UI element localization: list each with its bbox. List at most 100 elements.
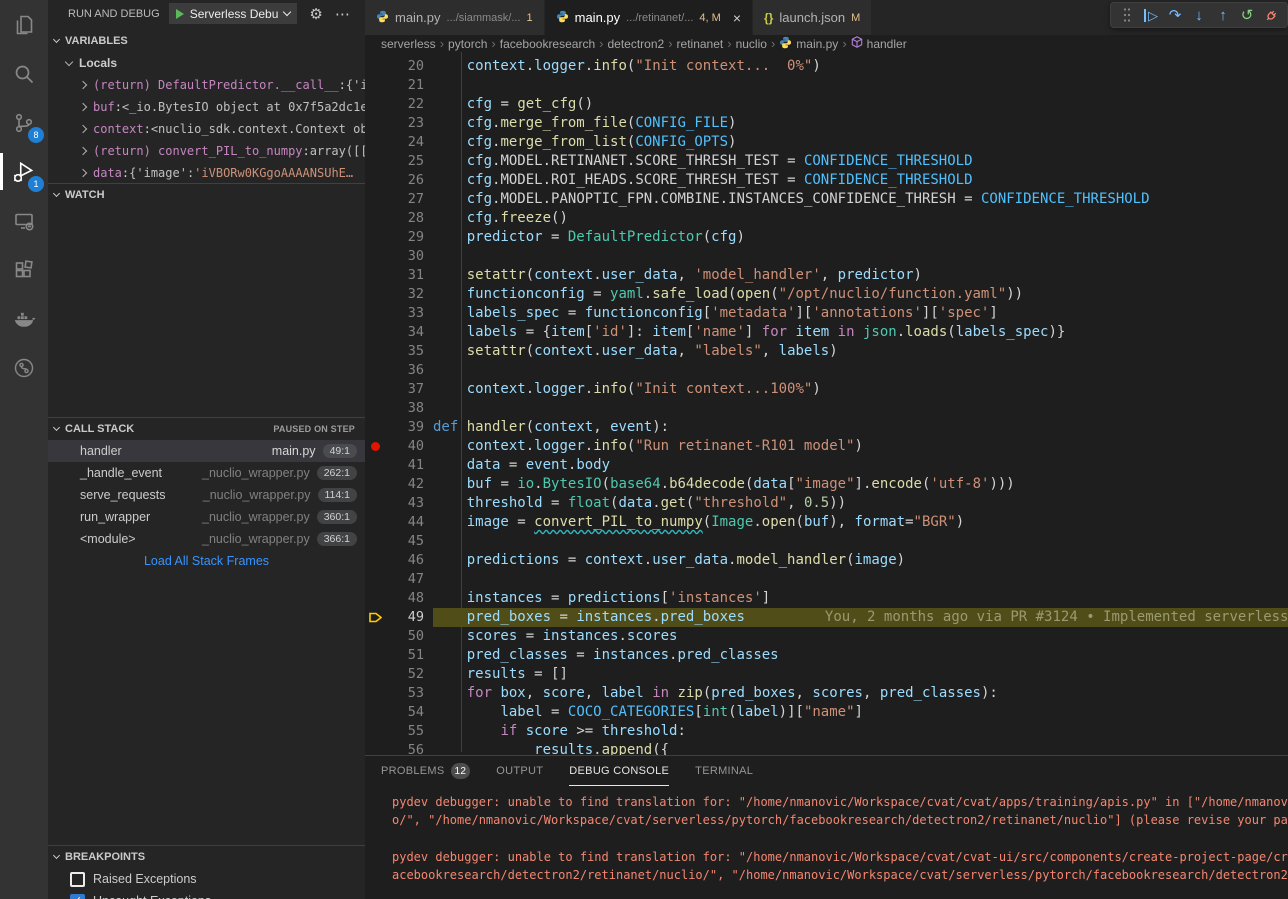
line-content[interactable]: setattr(context.user_data, 'model_handle… <box>433 266 1288 285</box>
code-editor[interactable]: 20 context.logger.info("Init context... … <box>365 52 1288 755</box>
line-gutter[interactable]: 27 <box>365 190 433 209</box>
line-content[interactable]: if score >= threshold: <box>433 722 1288 741</box>
stack-frame-row[interactable]: run_wrapper_nuclio_wrapper.py360:1 <box>48 506 365 528</box>
line-content[interactable]: results = [] <box>433 665 1288 684</box>
code-line[interactable]: 22 cfg = get_cfg() <box>365 95 1288 114</box>
checkbox-unchecked[interactable] <box>70 872 85 887</box>
breadcrumb-item[interactable]: handler <box>851 36 907 51</box>
line-content[interactable]: image = convert_PIL_to_numpy(Image.open(… <box>433 513 1288 532</box>
checkbox-checked[interactable]: ✓ <box>70 894 85 899</box>
line-gutter[interactable]: 33 <box>365 304 433 323</box>
explorer-icon[interactable] <box>0 0 48 49</box>
line-gutter[interactable]: 46 <box>365 551 433 570</box>
code-line[interactable]: 45 <box>365 532 1288 551</box>
breadcrumb-item[interactable]: nuclio <box>736 37 767 51</box>
breakpoint-row[interactable]: Raised Exceptions <box>48 868 365 890</box>
stack-frame-row[interactable]: handlermain.py49:1 <box>48 440 365 462</box>
line-gutter[interactable]: 28 <box>365 209 433 228</box>
breakpoint-row[interactable]: ✓Uncaught Exceptions <box>48 890 365 899</box>
code-line[interactable]: 28 cfg.freeze() <box>365 209 1288 228</box>
code-line[interactable]: 33 labels_spec = functionconfig['metadat… <box>365 304 1288 323</box>
variables-header[interactable]: VARIABLES <box>48 30 365 52</box>
breadcrumb-item[interactable]: facebookresearch <box>500 37 595 51</box>
line-gutter[interactable]: 26 <box>365 171 433 190</box>
breadcrumb-item[interactable]: main.py <box>779 36 838 52</box>
code-line[interactable]: 46 predictions = context.user_data.model… <box>365 551 1288 570</box>
variable-row[interactable]: data: {'image': 'iVBORw0KGgoAAAANSUhE… <box>48 162 365 183</box>
line-content[interactable]: threshold = float(data.get("threshold", … <box>433 494 1288 513</box>
line-content[interactable] <box>433 76 1288 95</box>
variable-row[interactable]: context: <nuclio_sdk.context.Context obj… <box>48 118 365 140</box>
code-line[interactable]: 43 threshold = float(data.get("threshold… <box>365 494 1288 513</box>
code-line[interactable]: 40 context.logger.info("Run retinanet-R1… <box>365 437 1288 456</box>
code-line[interactable]: 38 <box>365 399 1288 418</box>
line-content[interactable]: pred_classes = instances.pred_classes <box>433 646 1288 665</box>
line-gutter[interactable]: 30 <box>365 247 433 266</box>
stack-frame-row[interactable]: <module>_nuclio_wrapper.py366:1 <box>48 528 365 550</box>
line-gutter[interactable]: 43 <box>365 494 433 513</box>
line-content[interactable]: context.logger.info("Init context...100%… <box>433 380 1288 399</box>
code-line[interactable]: 47 <box>365 570 1288 589</box>
code-line[interactable]: 27 cfg.MODEL.PANOPTIC_FPN.COMBINE.INSTAN… <box>365 190 1288 209</box>
line-gutter[interactable]: 51 <box>365 646 433 665</box>
line-content[interactable]: cfg.MODEL.ROI_HEADS.SCORE_THRESH_TEST = … <box>433 171 1288 190</box>
editor-tab[interactable]: {}launch.jsonM <box>753 0 872 35</box>
breadcrumb-item[interactable]: serverless <box>381 37 436 51</box>
run-and-debug-icon[interactable]: 1 <box>0 147 48 196</box>
code-line[interactable]: 37 context.logger.info("Init context...1… <box>365 380 1288 399</box>
line-content[interactable]: results.append({ <box>433 741 1288 755</box>
panel-tab-debug-console[interactable]: DEBUG CONSOLE <box>569 756 669 786</box>
source-control-icon[interactable]: 8 <box>0 98 48 147</box>
disconnect-icon[interactable] <box>1261 4 1281 26</box>
line-gutter[interactable]: 35 <box>365 342 433 361</box>
variable-row[interactable]: (return) convert_PIL_to_numpy: array([[[… <box>48 140 365 162</box>
code-line[interactable]: 35 setattr(context.user_data, "labels", … <box>365 342 1288 361</box>
breadcrumb-item[interactable]: pytorch <box>448 37 487 51</box>
line-content[interactable]: scores = instances.scores <box>433 627 1288 646</box>
restart-icon[interactable]: ↺ <box>1237 4 1257 26</box>
line-gutter[interactable]: 48 <box>365 589 433 608</box>
code-line[interactable]: 48 instances = predictions['instances'] <box>365 589 1288 608</box>
code-line[interactable]: 53 for box, score, label in zip(pred_box… <box>365 684 1288 703</box>
line-content[interactable] <box>433 361 1288 380</box>
code-line[interactable]: 29 predictor = DefaultPredictor(cfg) <box>365 228 1288 247</box>
search-icon[interactable] <box>0 49 48 98</box>
line-gutter[interactable]: 49 <box>365 608 433 627</box>
code-line[interactable]: 51 pred_classes = instances.pred_classes <box>365 646 1288 665</box>
editor-tab[interactable]: main.py.../retinanet/...4, M× <box>545 0 753 35</box>
line-gutter[interactable]: 44 <box>365 513 433 532</box>
variables-scope-locals[interactable]: Locals <box>48 52 365 74</box>
remote-explorer-icon[interactable] <box>0 196 48 245</box>
current-line-arrow-icon[interactable] <box>365 612 385 623</box>
line-gutter[interactable]: 32 <box>365 285 433 304</box>
stack-frame-row[interactable]: serve_requests_nuclio_wrapper.py114:1 <box>48 484 365 506</box>
git-graph-icon[interactable] <box>0 343 48 392</box>
line-content[interactable]: setattr(context.user_data, "labels", lab… <box>433 342 1288 361</box>
line-gutter[interactable]: 21 <box>365 76 433 95</box>
step-over-icon[interactable]: ↷ <box>1165 4 1185 26</box>
line-content[interactable]: labels = {item['id']: item['name'] for i… <box>433 323 1288 342</box>
line-gutter[interactable]: 52 <box>365 665 433 684</box>
code-line[interactable]: 32 functionconfig = yaml.safe_load(open(… <box>365 285 1288 304</box>
line-gutter[interactable]: 55 <box>365 722 433 741</box>
code-line[interactable]: 20 context.logger.info("Init context... … <box>365 57 1288 76</box>
more-actions-icon[interactable]: ⋯ <box>335 5 350 23</box>
gear-icon[interactable]: ⚙ <box>309 5 322 23</box>
breakpoint-icon[interactable] <box>365 442 385 451</box>
code-line[interactable]: 36 <box>365 361 1288 380</box>
panel-tab-output[interactable]: OUTPUT <box>496 756 543 786</box>
panel-tab-terminal[interactable]: TERMINAL <box>695 756 753 786</box>
line-content[interactable]: cfg.freeze() <box>433 209 1288 228</box>
code-line[interactable]: 52 results = [] <box>365 665 1288 684</box>
code-line[interactable]: 30 <box>365 247 1288 266</box>
breadcrumb-item[interactable]: detectron2 <box>607 37 664 51</box>
continue-icon[interactable]: ▷ <box>1141 4 1161 26</box>
code-line[interactable]: 23 cfg.merge_from_file(CONFIG_FILE) <box>365 114 1288 133</box>
line-content[interactable]: context.logger.info("Run retinanet-R101 … <box>433 437 1288 456</box>
line-gutter[interactable]: 23 <box>365 114 433 133</box>
line-content[interactable] <box>433 570 1288 589</box>
line-gutter[interactable]: 56 <box>365 741 433 755</box>
watch-header[interactable]: WATCH <box>48 184 365 206</box>
code-line[interactable]: 21 <box>365 76 1288 95</box>
line-content[interactable]: functionconfig = yaml.safe_load(open("/o… <box>433 285 1288 304</box>
